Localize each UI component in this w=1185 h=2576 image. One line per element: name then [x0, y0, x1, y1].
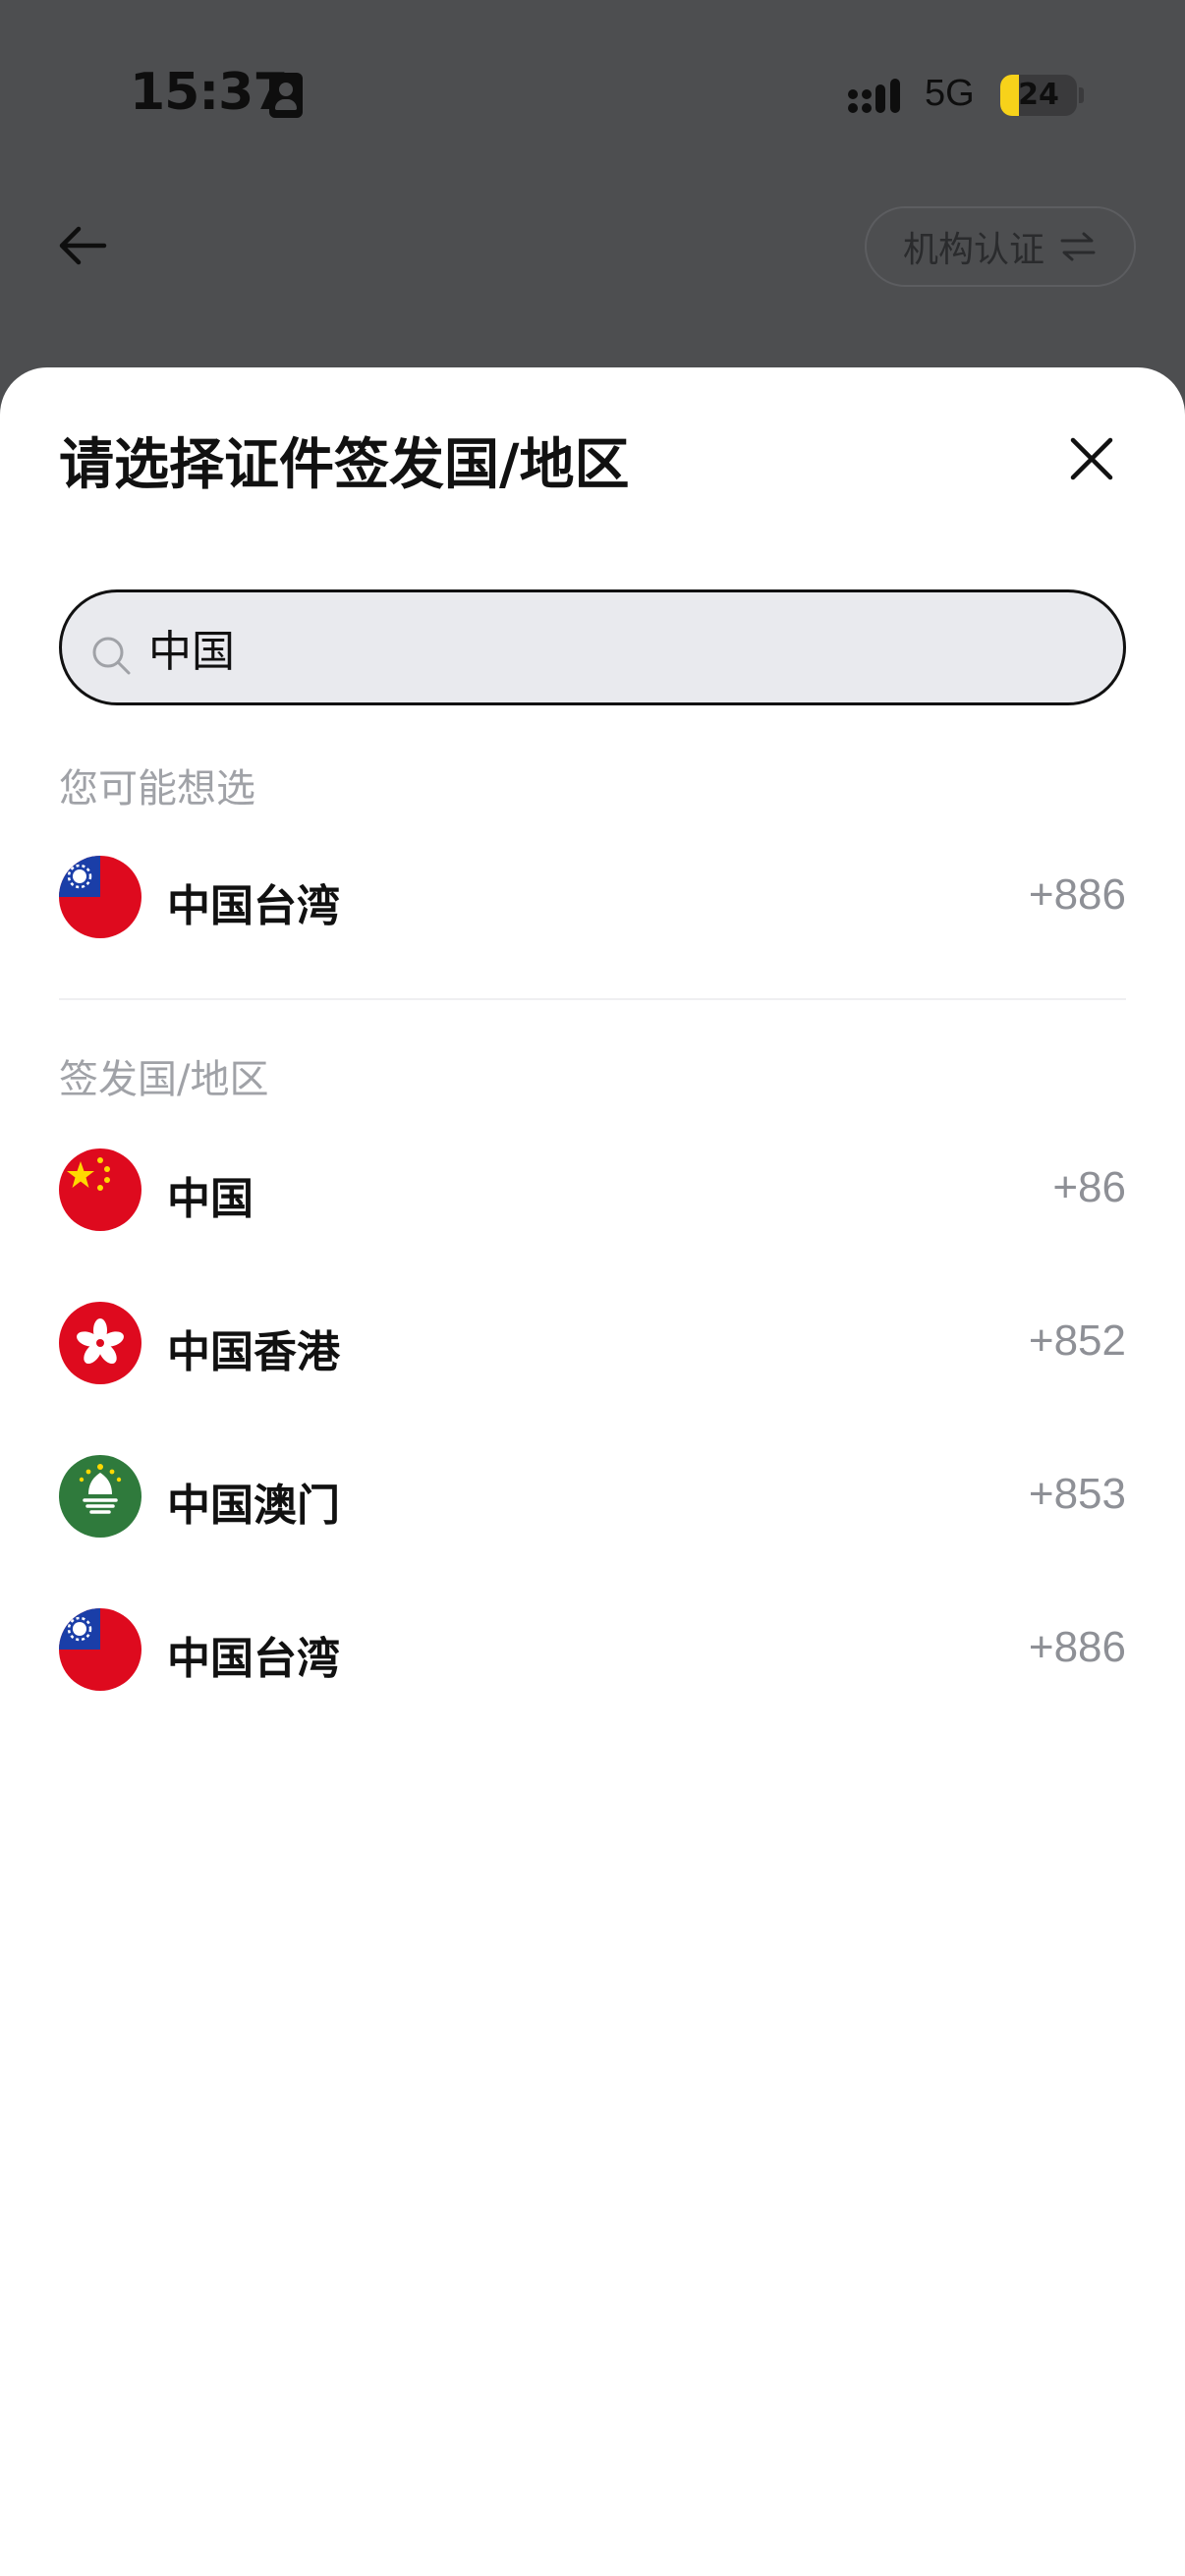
status-time: 15:37 — [130, 63, 289, 122]
country-row-suggested-taiwan[interactable]: 中国台湾 +886 — [59, 853, 1126, 941]
country-row-china[interactable]: 中国 +86 — [59, 1146, 1126, 1234]
macau-flag-icon — [59, 1455, 141, 1538]
search-icon — [92, 637, 131, 675]
swap-arrows-icon — [1060, 232, 1096, 261]
network-type: 5G — [925, 73, 975, 114]
section-divider — [59, 998, 1126, 1000]
country-row-macau[interactable]: 中国澳门 +853 — [59, 1452, 1126, 1540]
hong-kong-flag-icon — [59, 1302, 141, 1384]
close-icon[interactable] — [1063, 430, 1120, 487]
battery-tip — [1079, 87, 1084, 103]
suggested-section-label: 您可能想选 — [59, 766, 255, 812]
china-flag-icon — [59, 1148, 141, 1231]
dial-code: +852 — [1028, 1316, 1126, 1365]
status-bar: 15:37 5G 24 — [0, 0, 1185, 187]
country-name: 中国香港 — [167, 1327, 340, 1377]
dial-code: +886 — [1028, 870, 1126, 919]
taiwan-flag-icon — [59, 1608, 141, 1691]
sim-card-icon — [269, 73, 303, 118]
screen: 15:37 5G 24 机构认证 请选择证件签发国/地区 中国 您可能想选 中国… — [0, 0, 1185, 2576]
issuing-region-section-label: 签发国/地区 — [59, 1057, 269, 1102]
country-picker-sheet: 请选择证件签发国/地区 您可能想选 中国台湾 +886 — [0, 367, 1185, 2576]
dial-code: +86 — [1052, 1163, 1126, 1211]
taiwan-flag-icon — [59, 856, 141, 938]
country-row-hong-kong[interactable]: 中国香港 +852 — [59, 1299, 1126, 1387]
country-name: 中国台湾 — [167, 881, 340, 931]
signal-strength-icon — [848, 79, 900, 113]
dial-code: +886 — [1028, 1623, 1126, 1671]
battery-icon: 24 — [1000, 75, 1077, 116]
dial-code: +853 — [1028, 1470, 1126, 1518]
country-name: 中国台湾 — [167, 1634, 340, 1684]
sheet-title: 请选择证件签发国/地区 — [59, 433, 630, 497]
search-input[interactable] — [148, 614, 1092, 681]
institution-verify-button[interactable]: 机构认证 — [865, 206, 1136, 287]
battery-level: 24 — [1018, 78, 1059, 112]
country-name: 中国 — [167, 1174, 254, 1224]
back-arrow-icon[interactable] — [51, 214, 114, 277]
institution-verify-label: 机构认证 — [902, 230, 1044, 270]
country-name: 中国澳门 — [167, 1481, 340, 1531]
country-row-taiwan[interactable]: 中国台湾 +886 — [59, 1605, 1126, 1694]
search-box[interactable] — [59, 589, 1126, 705]
